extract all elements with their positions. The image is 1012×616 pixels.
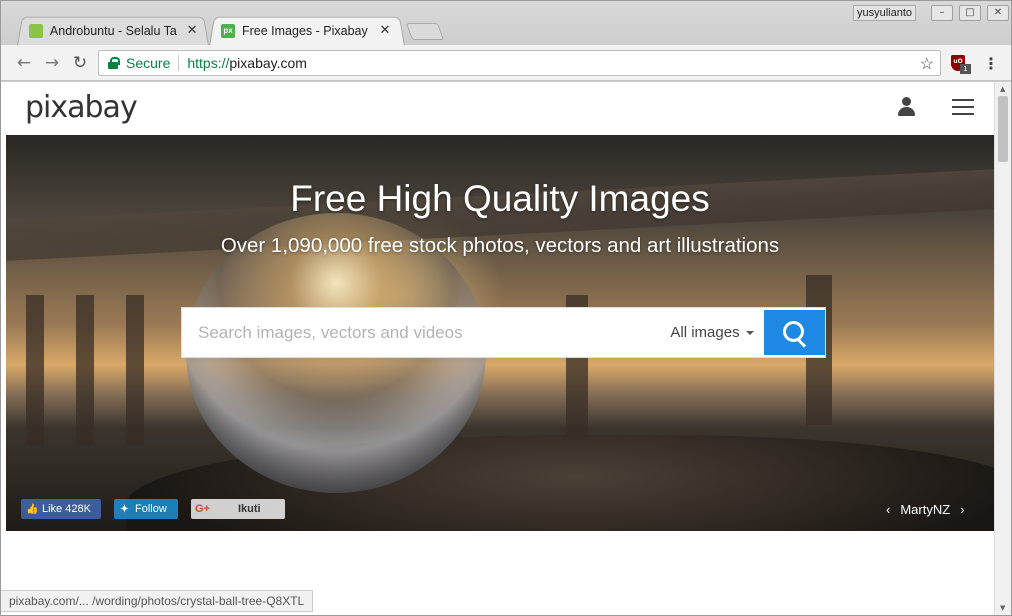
android-favicon-icon xyxy=(29,23,43,38)
site-header: pixabay xyxy=(1,82,994,135)
google-plus-icon: G+ xyxy=(195,503,210,515)
scroll-up-icon[interactable]: ▲ xyxy=(1000,85,1005,93)
scrollbar-thumb[interactable] xyxy=(998,96,1008,162)
bookmark-star-icon[interactable]: ☆ xyxy=(920,54,934,74)
scroll-down-icon[interactable]: ▼ xyxy=(1000,604,1005,612)
lock-icon xyxy=(108,57,120,69)
pixabay-favicon-icon: px xyxy=(221,23,235,38)
user-account-icon[interactable] xyxy=(897,97,917,117)
thumbs-up-icon: 👍 xyxy=(26,503,39,515)
search-input[interactable] xyxy=(182,308,660,357)
reload-icon[interactable]: ↻ xyxy=(69,52,91,74)
hamburger-menu-icon[interactable] xyxy=(952,98,974,116)
profile-badge[interactable]: yusyulianto xyxy=(853,5,917,21)
twitter-bird-icon: ✦ xyxy=(120,503,129,515)
ublock-extension-icon[interactable]: uO 1 xyxy=(949,53,971,75)
secure-label: Secure xyxy=(126,55,171,71)
google-plus-button[interactable]: G+ Ikuti xyxy=(191,499,285,519)
search-bar: All images xyxy=(181,307,826,358)
facebook-like-button[interactable]: 👍 Like 428K xyxy=(21,499,101,519)
close-window-button[interactable]: ✕ xyxy=(987,5,1009,21)
browser-toolbar: ← → ↻ Secure https:// pixabay.com ☆ uO 1… xyxy=(1,45,1011,81)
tab-pixabay[interactable]: px Free Images - Pixabay ✕ xyxy=(209,15,405,46)
search-button[interactable] xyxy=(764,310,825,355)
previous-photo-icon[interactable]: ‹ xyxy=(886,502,890,517)
back-arrow-icon[interactable]: ← xyxy=(13,52,35,74)
hero-subtitle: Over 1,090,000 free stock photos, vector… xyxy=(220,234,780,257)
tab-close-icon[interactable]: ✕ xyxy=(185,23,199,38)
tab-title: Androbuntu - Selalu Ta xyxy=(49,23,177,38)
photo-credit: ‹ MartyNZ › xyxy=(886,502,965,517)
twitter-follow-button[interactable]: ✦ Follow xyxy=(114,499,178,519)
media-type-select[interactable]: All images xyxy=(662,308,762,357)
pixabay-logo[interactable]: pixabay xyxy=(25,90,138,125)
hero-banner: Free High Quality Images Over 1,090,000 … xyxy=(6,135,994,531)
tab-close-icon[interactable]: ✕ xyxy=(378,23,392,38)
page-viewport: pixabay Free High Quality Images Over 1,… xyxy=(1,82,994,615)
extension-badge-count: 1 xyxy=(960,64,971,74)
media-type-selected: All images xyxy=(670,324,740,341)
tab-androbuntu[interactable]: Androbuntu - Selalu Ta ✕ xyxy=(17,15,209,46)
forward-arrow-icon[interactable]: → xyxy=(41,52,63,74)
hero-title: Free High Quality Images xyxy=(290,178,710,219)
search-icon xyxy=(782,320,807,345)
next-photo-icon[interactable]: › xyxy=(960,502,964,517)
browser-menu-icon[interactable]: ⋮ xyxy=(983,54,999,73)
url-scheme: https:// xyxy=(187,55,230,71)
minimize-button[interactable]: – xyxy=(931,5,953,21)
status-bar-url: pixabay.com/... /wording/photos/crystal-… xyxy=(1,590,314,612)
address-bar[interactable]: Secure https:// pixabay.com ☆ xyxy=(98,50,941,76)
photo-author-link[interactable]: MartyNZ xyxy=(900,502,950,517)
new-tab-button[interactable] xyxy=(405,23,445,40)
browser-window: Androbuntu - Selalu Ta ✕ px Free Images … xyxy=(0,0,1012,616)
tab-strip: Androbuntu - Selalu Ta ✕ px Free Images … xyxy=(1,1,1011,46)
maximize-button[interactable]: □ xyxy=(959,5,981,21)
tab-title: Free Images - Pixabay xyxy=(242,23,368,38)
vertical-scrollbar[interactable]: ▲ ▼ xyxy=(994,82,1011,615)
chevron-down-icon xyxy=(745,330,754,335)
url-host: pixabay.com xyxy=(229,55,307,71)
